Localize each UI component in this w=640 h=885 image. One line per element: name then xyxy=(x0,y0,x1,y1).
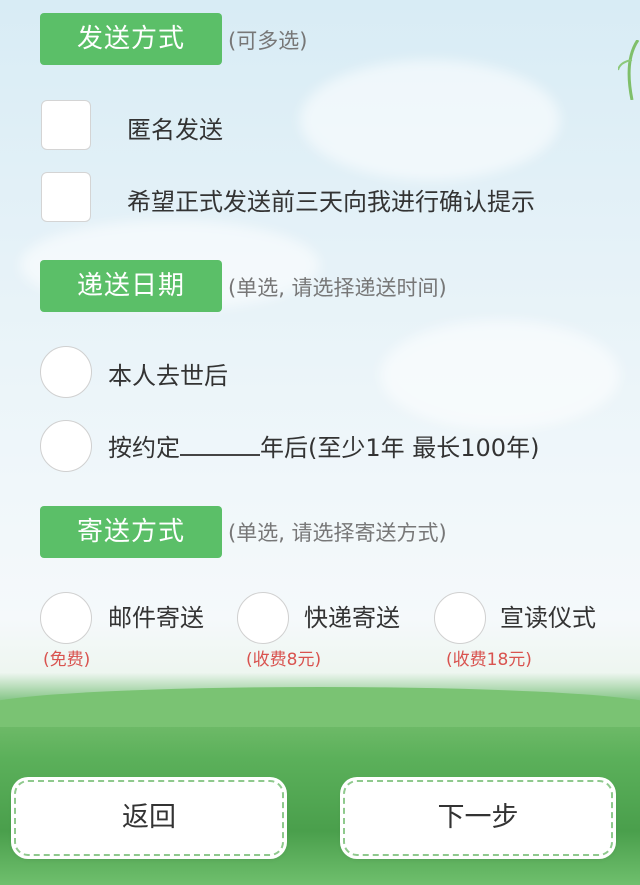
agreed-years-radio[interactable] xyxy=(40,420,92,472)
back-button[interactable]: 返回 xyxy=(14,780,284,856)
cloud-decoration xyxy=(380,320,620,430)
send-method-tag: 发送方式 xyxy=(40,13,222,65)
reading-ceremony-fee: (收费18元) xyxy=(446,650,532,670)
delivery-date-tag: 递送日期 xyxy=(40,260,222,312)
agreed-years-suffix: 年后(至少1年 最长100年) xyxy=(260,434,540,462)
reading-ceremony-radio[interactable] xyxy=(434,592,486,644)
agreed-years-prefix: 按约定 xyxy=(108,434,180,462)
next-step-button[interactable]: 下一步 xyxy=(343,780,613,856)
email-delivery-label: 邮件寄送 xyxy=(108,604,204,632)
confirm-reminder-label: 希望正式发送前三天向我进行确认提示 xyxy=(127,188,535,216)
email-delivery-fee: (免费) xyxy=(43,650,91,670)
express-delivery-label: 快递寄送 xyxy=(304,604,400,632)
cloud-decoration xyxy=(300,60,560,180)
reading-ceremony-label: 宣读仪式 xyxy=(500,604,596,632)
express-delivery-radio[interactable] xyxy=(237,592,289,644)
shipping-method-hint: (单选, 请选择寄送方式) xyxy=(228,521,447,545)
agreed-years-label: 按约定 年后(至少1年 最长100年) xyxy=(108,431,539,465)
shipping-method-tag: 寄送方式 xyxy=(40,506,222,558)
after-death-radio[interactable] xyxy=(40,346,92,398)
express-delivery-fee: (收费8元) xyxy=(246,650,322,670)
email-delivery-radio[interactable] xyxy=(40,592,92,644)
years-input[interactable] xyxy=(180,432,260,456)
after-death-label: 本人去世后 xyxy=(108,362,228,390)
anonymous-label: 匿名发送 xyxy=(127,116,223,144)
leaf-icon xyxy=(618,40,640,100)
delivery-date-hint: (单选, 请选择递送时间) xyxy=(228,276,447,300)
anonymous-checkbox[interactable] xyxy=(41,100,91,150)
send-method-hint: (可多选) xyxy=(228,29,308,53)
confirm-reminder-checkbox[interactable] xyxy=(41,172,91,222)
